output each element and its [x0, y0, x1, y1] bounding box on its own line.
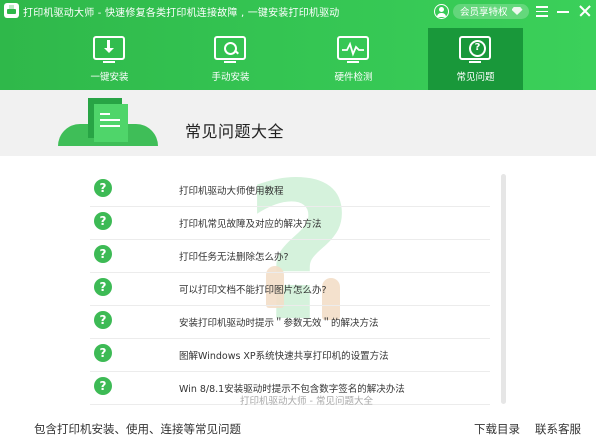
contact-support-link[interactable]: 联系客服	[535, 421, 581, 437]
tab-faq[interactable]: 常见问题	[428, 28, 523, 90]
vip-badge[interactable]: 会员享特权	[453, 3, 529, 19]
list-item[interactable]: ? 打印任务无法删除怎么办?	[90, 240, 490, 273]
title-bar: 打印机驱动大师 - 快速修复各类打印机连接故障 , 一键安装打印机驱动 会员享特…	[0, 0, 596, 22]
install-icon	[93, 36, 125, 60]
question-circle-icon: ?	[94, 278, 112, 296]
faq-link[interactable]: 安装打印机驱动时提示＂参数无效＂的解决方法	[179, 315, 379, 329]
manual-search-icon	[214, 36, 246, 60]
question-circle-icon: ?	[94, 245, 112, 263]
list-item[interactable]: ? 图解Windows XP系统快速共享打印机的设置方法	[90, 339, 490, 372]
page-title: 常见问题大全	[185, 122, 285, 141]
list-item[interactable]: ? 打印机常见故障及对应的解决方法	[90, 207, 490, 240]
app-title: 打印机驱动大师 - 快速修复各类打印机连接故障 , 一键安装打印机驱动	[23, 8, 340, 19]
list-item[interactable]: ? 打印机驱动大师使用教程	[90, 174, 490, 207]
document-illustration	[58, 94, 158, 146]
faq-banner: 常见问题大全	[0, 90, 596, 156]
monitor-stand	[103, 61, 115, 63]
faq-link[interactable]: 打印机常见故障及对应的解决方法	[179, 216, 322, 230]
faq-link[interactable]: 图解Windows XP系统快速共享打印机的设置方法	[179, 348, 389, 362]
minimize-icon[interactable]	[554, 2, 572, 20]
user-avatar-icon[interactable]	[434, 3, 449, 19]
faq-link[interactable]: 打印任务无法删除怎么办?	[179, 249, 289, 263]
tab-label[interactable]: 常见问题	[428, 69, 523, 83]
caption-watermark: 打印机驱动大师 - 常见问题大全	[240, 396, 373, 407]
list-item[interactable]: ? 安装打印机驱动时提示＂参数无效＂的解决方法	[90, 306, 490, 339]
monitor-stand	[224, 61, 236, 63]
monitor-stand	[347, 61, 359, 63]
close-icon[interactable]	[576, 2, 594, 20]
tab-manual-install[interactable]: 手动安装	[183, 28, 278, 90]
tab-hardware-detect[interactable]: 硬件检测	[306, 28, 401, 90]
question-circle-icon: ?	[94, 179, 112, 197]
download-directory-link[interactable]: 下载目录	[474, 421, 520, 437]
footer: 包含打印机安装、使用、连接等常见问题 下载目录 联系客服	[0, 414, 596, 447]
faq-link[interactable]: 可以打印文档不能打印图片怎么办?	[179, 282, 327, 296]
diamond-icon	[511, 7, 523, 15]
printer-logo-icon	[4, 3, 19, 18]
faq-list: ? ? 打印机驱动大师使用教程 ? 打印机常见故障及对应的解决方法 ? 打印任务…	[0, 156, 596, 406]
footer-description: 包含打印机安装、使用、连接等常见问题	[34, 422, 241, 436]
vip-label[interactable]: 会员享特权	[460, 4, 508, 18]
main-tabs: 一键安装 手动安装 硬件检测 常见问题	[0, 28, 596, 90]
tab-label[interactable]: 手动安装	[183, 69, 278, 83]
header-bar: 打印机驱动大师 - 快速修复各类打印机连接故障 , 一键安装打印机驱动 会员享特…	[0, 0, 596, 90]
scrollbar[interactable]	[501, 174, 506, 404]
faq-link[interactable]: 打印机驱动大师使用教程	[179, 183, 284, 197]
hardware-detect-icon	[337, 36, 369, 60]
question-circle-icon: ?	[94, 311, 112, 329]
question-circle-icon: ?	[94, 344, 112, 362]
list-item[interactable]: ? 可以打印文档不能打印图片怎么办?	[90, 273, 490, 306]
monitor-stand	[469, 61, 481, 63]
question-circle-icon: ?	[94, 377, 112, 395]
tab-label[interactable]: 硬件检测	[306, 69, 401, 83]
menu-icon[interactable]	[533, 2, 551, 20]
vip-button[interactable]: 会员享特权	[434, 2, 529, 20]
tab-label[interactable]: 一键安装	[62, 69, 157, 83]
faq-icon	[459, 36, 491, 60]
tab-one-click-install[interactable]: 一键安装	[62, 28, 157, 90]
question-circle-icon: ?	[94, 212, 112, 230]
